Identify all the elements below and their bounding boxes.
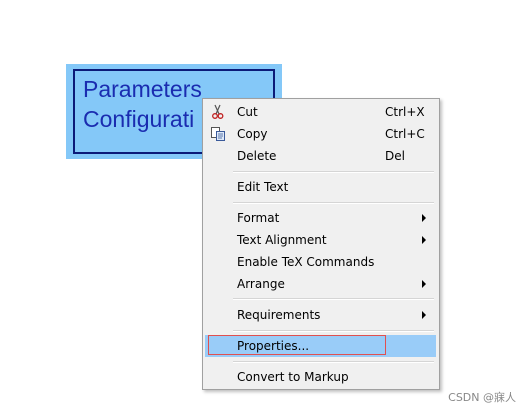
copy-icon [210, 126, 226, 142]
menu-separator [233, 202, 434, 204]
menu-separator [233, 298, 434, 300]
menu-item-label: Properties... [237, 339, 310, 353]
menu-item-delete[interactable]: Delete Del [205, 145, 436, 167]
menu-item-label: Delete [237, 149, 277, 163]
scissors-icon [210, 104, 226, 120]
menu-item-text-alignment[interactable]: Text Alignment [205, 229, 436, 251]
menu-item-convert-to-markup[interactable]: Convert to Markup [205, 366, 436, 388]
shortcut-label: Del [385, 149, 405, 163]
menu-item-label: Enable TeX Commands [237, 255, 375, 269]
menu-item-edit-text[interactable]: Edit Text [205, 176, 436, 198]
watermark: CSDN @寐人 [448, 391, 516, 404]
menu-item-label: Arrange [237, 277, 285, 291]
menu-separator [233, 330, 434, 332]
annotation-text-line-2: Configurati [83, 106, 195, 132]
menu-separator [233, 361, 434, 363]
submenu-arrow-icon [422, 311, 426, 319]
submenu-arrow-icon [422, 214, 426, 222]
menu-item-label: Format [237, 211, 280, 225]
shortcut-label: Ctrl+X [385, 105, 425, 119]
menu-item-label: Copy [237, 127, 268, 141]
menu-item-label: Edit Text [237, 180, 289, 194]
menu-item-properties[interactable]: Properties... [205, 335, 436, 357]
submenu-arrow-icon [422, 280, 426, 288]
context-menu: Cut Ctrl+X Copy Ctrl+C Delete Del Edit T… [202, 98, 440, 390]
menu-item-arrange[interactable]: Arrange [205, 273, 436, 295]
menu-item-cut[interactable]: Cut Ctrl+X [205, 101, 436, 123]
submenu-arrow-icon [422, 236, 426, 244]
menu-item-enable-tex-commands[interactable]: Enable TeX Commands [205, 251, 436, 273]
shortcut-label: Ctrl+C [385, 127, 425, 141]
menu-separator [233, 171, 434, 173]
menu-item-label: Cut [237, 105, 258, 119]
menu-item-format[interactable]: Format [205, 207, 436, 229]
menu-item-requirements[interactable]: Requirements [205, 304, 436, 326]
menu-item-label: Convert to Markup [237, 370, 349, 384]
menu-item-copy[interactable]: Copy Ctrl+C [205, 123, 436, 145]
menu-item-label: Text Alignment [237, 233, 327, 247]
menu-item-label: Requirements [237, 308, 321, 322]
annotation-text-line-1: Parameters [83, 76, 202, 102]
